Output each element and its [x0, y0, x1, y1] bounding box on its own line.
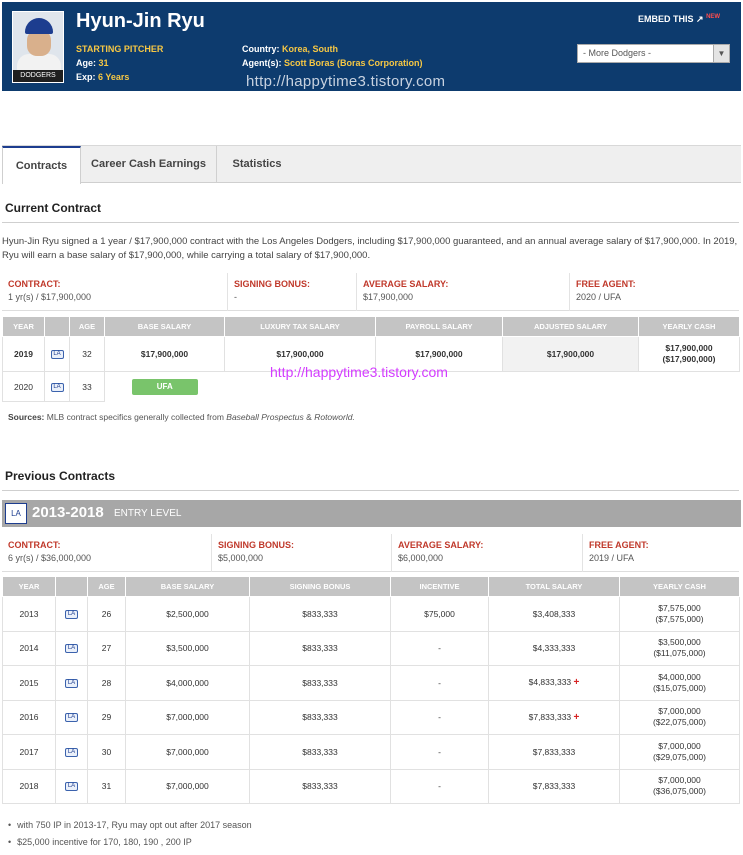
- list-item: $25,000 incentive for 170, 180, 190 , 20…: [8, 837, 252, 847]
- section-divider: [2, 490, 739, 491]
- player-photo: DODGERS: [12, 11, 64, 83]
- col-incentive: INCENTIVE: [390, 576, 489, 597]
- tab-statistics[interactable]: Statistics: [217, 146, 297, 183]
- watermark-text: http://happytime3.tistory.com: [246, 73, 446, 90]
- dodgers-logo-icon: LA: [65, 609, 78, 619]
- col-team: [55, 576, 88, 597]
- player-age: Age: 31: [76, 58, 109, 68]
- current-contract-title: Current Contract: [5, 201, 102, 215]
- previous-contract-years: 2013-2018: [32, 504, 104, 521]
- plus-icon[interactable]: +: [574, 712, 580, 723]
- summary-average-salary: AVERAGE SALARY: $17,900,000: [356, 273, 569, 311]
- tab-career-cash-earnings[interactable]: Career Cash Earnings: [81, 146, 217, 183]
- player-name: Hyun-Jin Ryu: [76, 10, 205, 32]
- previous-contract-header: LA 2013-2018 ENTRY LEVEL: [2, 500, 741, 527]
- col-adjusted-salary: ADJUSTED SALARY: [502, 316, 639, 337]
- dodgers-logo-icon: LA: [50, 350, 64, 360]
- summary-average-salary: AVERAGE SALARY: $6,000,000: [391, 534, 582, 572]
- chevron-down-icon: ▼: [713, 45, 729, 62]
- list-item: with 750 IP in 2013-17, Ryu may opt out …: [8, 820, 251, 830]
- section-divider: [2, 222, 739, 223]
- player-header: DODGERS Hyun-Jin Ryu STARTING PITCHER Ag…: [2, 2, 741, 91]
- table-row: 2015 LA 28 $4,000,000 $833,333- $4,833,333…: [2, 665, 740, 701]
- contract-notes: with 750 IP in 2013-17, Ryu may opt out …: [8, 820, 252, 854]
- table-header-row: YEAR AGE BASE SALARY SIGNING BONUS INCEN…: [2, 576, 740, 597]
- source-baseball-prospectus-link[interactable]: Baseball Prospectus: [226, 412, 304, 422]
- plus-icon[interactable]: +: [574, 677, 580, 688]
- contract-description: Hyun-Jin Ryu signed a 1 year / $17,900,0…: [2, 236, 738, 261]
- player-position: STARTING PITCHER: [76, 44, 164, 54]
- dodgers-logo-icon: LA: [65, 644, 78, 654]
- share-icon: ↗: [696, 14, 704, 24]
- table-row: 2013 LA 26 $2,500,000 $833,333 $75,000 $3,4…: [2, 596, 740, 632]
- current-contract-summary: CONTRACT: 1 yr(s) / $17,900,000 SIGNING …: [2, 273, 739, 311]
- col-age: AGE: [87, 576, 126, 597]
- team-select-dropdown[interactable]: - More Dodgers - ▼: [577, 44, 730, 63]
- previous-contracts-title: Previous Contracts: [5, 469, 116, 483]
- photo-team-tag: DODGERS: [13, 70, 63, 82]
- dodgers-logo-icon: LA: [65, 678, 78, 688]
- summary-contract: CONTRACT: 6 yr(s) / $36,000,000: [8, 540, 92, 563]
- col-total-salary: TOTAL SALARY: [488, 576, 620, 597]
- table-header-row: YEAR AGE BASE SALARY LUXURY TAX SALARY P…: [2, 316, 740, 337]
- player-agent: Agent(s): Scott Boras (Boras Corporation…: [242, 58, 423, 68]
- col-base-salary: BASE SALARY: [104, 316, 225, 337]
- col-base-salary: BASE SALARY: [125, 576, 250, 597]
- table-row: 2018 LA 31 $7,000,000 $833,333- $7,833,333…: [2, 768, 740, 804]
- col-payroll-salary: PAYROLL SALARY: [375, 316, 503, 337]
- tab-contracts[interactable]: Contracts: [2, 146, 81, 184]
- col-luxury-tax-salary: LUXURY TAX SALARY: [224, 316, 376, 337]
- table-row: 2014 LA 27 $3,500,000 $833,333- $4,333,333…: [2, 630, 740, 666]
- summary-contract: CONTRACT: 1 yr(s) / $17,900,000: [8, 279, 92, 302]
- previous-contract-table: YEAR AGE BASE SALARY SIGNING BONUS INCEN…: [2, 576, 740, 804]
- col-signing-bonus: SIGNING BONUS: [249, 576, 391, 597]
- dodgers-logo-icon: LA: [65, 747, 78, 757]
- summary-signing-bonus: SIGNING BONUS: -: [227, 273, 356, 311]
- dodgers-logo-icon: LA: [65, 713, 78, 723]
- dodgers-logo-icon: LA: [50, 382, 64, 392]
- col-yearly-cash: YEARLY CASH: [619, 576, 740, 597]
- watermark-text: http://happytime3.tistory.com: [270, 364, 448, 380]
- previous-contract-summary: CONTRACT: 6 yr(s) / $36,000,000 SIGNING …: [2, 534, 739, 572]
- player-country: Country: Korea, South: [242, 44, 339, 54]
- summary-free-agent: FREE AGENT: 2020 / UFA: [569, 273, 739, 311]
- dodgers-logo-icon: LA: [5, 503, 27, 524]
- col-age: AGE: [69, 316, 105, 337]
- current-contract-table: YEAR AGE BASE SALARY LUXURY TAX SALARY P…: [2, 316, 740, 402]
- col-year: YEAR: [2, 576, 56, 597]
- ufa-badge: UFA: [131, 378, 198, 395]
- new-badge: NEW: [706, 14, 721, 20]
- player-exp: Exp: 6 Years: [76, 72, 130, 82]
- summary-free-agent: FREE AGENT: 2019 / UFA: [582, 534, 739, 572]
- dodgers-logo-icon: LA: [65, 782, 78, 792]
- col-yearly-cash: YEARLY CASH: [638, 316, 740, 337]
- previous-contract-type: ENTRY LEVEL: [114, 508, 182, 519]
- col-year: YEAR: [2, 316, 45, 337]
- embed-this-link[interactable]: EMBED THIS ↗ NEW: [638, 14, 720, 25]
- col-team: [44, 316, 70, 337]
- table-row: 2017 LA 30 $7,000,000 $833,333- $7,833,333…: [2, 734, 740, 770]
- source-rotoworld-link[interactable]: Rotoworld.: [314, 412, 355, 422]
- sources-note: Sources: MLB contract specifics generall…: [8, 412, 355, 422]
- contract-tabs: Contracts Career Cash Earnings Statistic…: [2, 145, 741, 184]
- table-row: 2016 LA 29 $7,000,000 $833,333- $7,833,333…: [2, 699, 740, 735]
- summary-signing-bonus: SIGNING BONUS: $5,000,000: [211, 534, 391, 572]
